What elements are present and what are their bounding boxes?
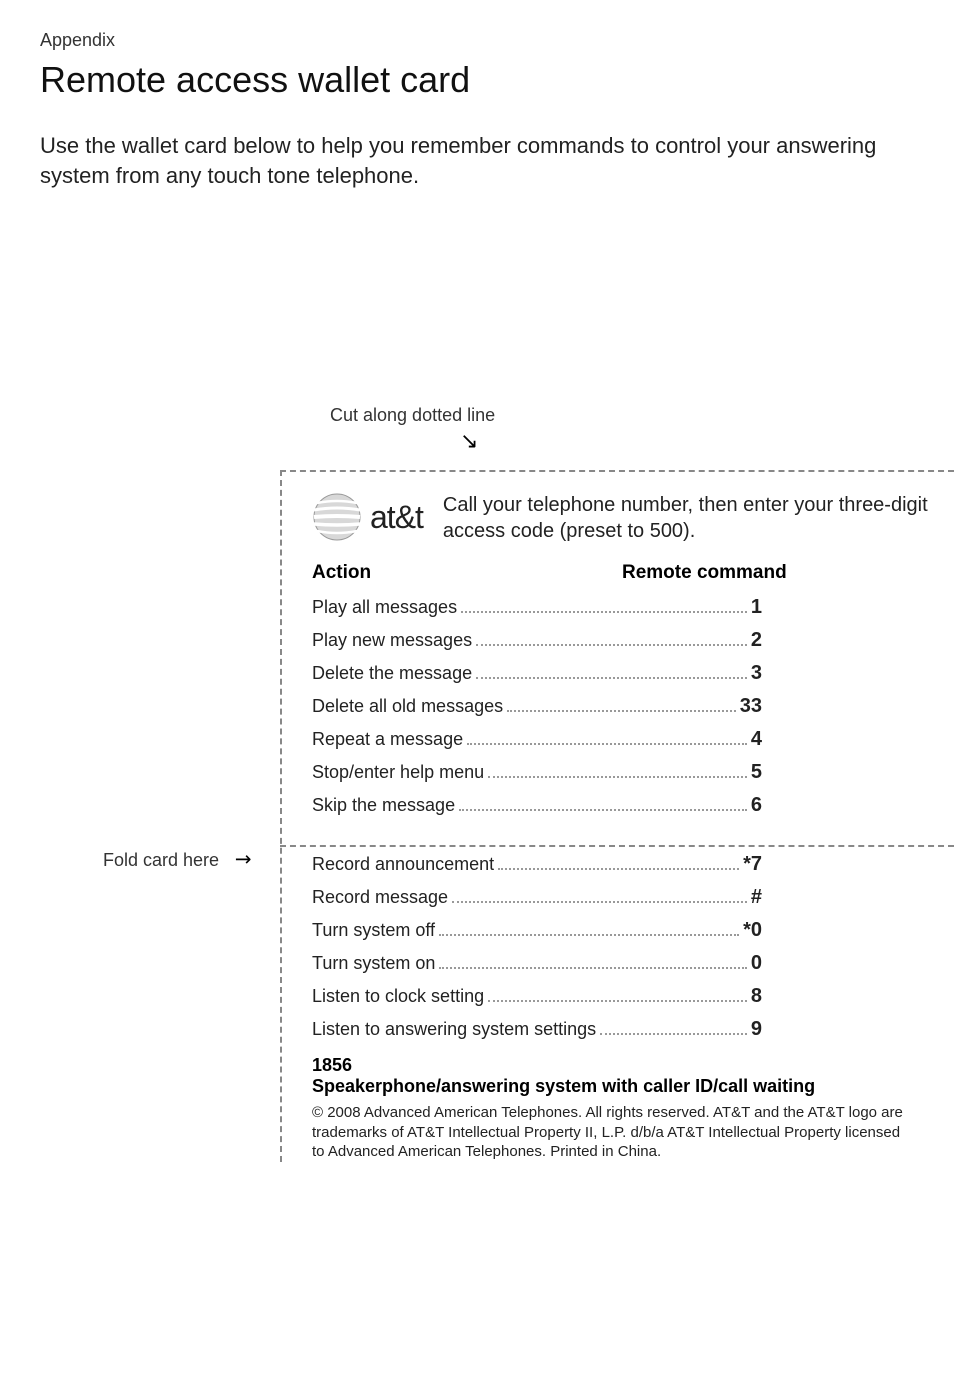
command-code: # bbox=[751, 886, 762, 909]
fold-label: Fold card here bbox=[103, 850, 219, 871]
att-logo: at&t bbox=[312, 492, 423, 542]
copyright-text: © 2008 Advanced American Telephones. All… bbox=[312, 1103, 912, 1162]
command-action: Repeat a message bbox=[312, 729, 463, 750]
command-row: Play all messages 1 bbox=[312, 596, 762, 619]
command-row: Record message # bbox=[312, 886, 762, 909]
dot-leader bbox=[498, 868, 739, 870]
dot-leader bbox=[452, 901, 747, 903]
command-code: 33 bbox=[740, 695, 762, 718]
command-row: Delete all old messages 33 bbox=[312, 695, 762, 718]
command-action: Stop/enter help menu bbox=[312, 762, 484, 783]
dot-leader bbox=[507, 710, 736, 712]
commands-list-top: Play all messages 1 Play new messages 2 Dele… bbox=[312, 596, 954, 817]
wallet-card: at&t Call your telephone number, then en… bbox=[280, 470, 954, 1162]
command-row: Repeat a message 4 bbox=[312, 728, 762, 751]
command-code: 2 bbox=[751, 629, 762, 652]
dot-leader bbox=[439, 967, 747, 969]
dot-leader bbox=[476, 644, 747, 646]
fold-instruction: Fold card here ↗ bbox=[103, 848, 242, 873]
command-row: Listen to answering system settings 9 bbox=[312, 1018, 762, 1041]
command-action: Delete the message bbox=[312, 663, 472, 684]
command-row: Record announcement *7 bbox=[312, 853, 762, 876]
cut-instruction: Cut along dotted line ↘ bbox=[330, 405, 495, 454]
command-action: Delete all old messages bbox=[312, 696, 503, 717]
command-row: Turn system on 0 bbox=[312, 952, 762, 975]
fold-dashed-line bbox=[280, 845, 954, 847]
command-code: 0 bbox=[751, 952, 762, 975]
card-instructions: Call your telephone number, then enter y… bbox=[443, 492, 954, 544]
command-table-header: Action Remote command bbox=[312, 562, 954, 584]
intro-paragraph: Use the wallet card below to help you re… bbox=[40, 131, 914, 190]
command-code: 6 bbox=[751, 794, 762, 817]
command-code: *7 bbox=[743, 853, 762, 876]
command-action: Listen to answering system settings bbox=[312, 1019, 596, 1040]
arrow-down-right-icon: ↘ bbox=[460, 428, 495, 454]
dot-leader bbox=[461, 611, 747, 613]
command-action: Turn system on bbox=[312, 953, 435, 974]
dot-leader bbox=[488, 776, 747, 778]
dot-leader bbox=[439, 934, 739, 936]
command-code: 3 bbox=[751, 662, 762, 685]
command-row: Listen to clock setting 8 bbox=[312, 985, 762, 1008]
dot-leader bbox=[459, 809, 747, 811]
command-action: Record message bbox=[312, 887, 448, 908]
command-action: Play all messages bbox=[312, 597, 457, 618]
command-row: Play new messages 2 bbox=[312, 629, 762, 652]
command-action: Record announcement bbox=[312, 854, 494, 875]
arrow-up-right-icon: ↗ bbox=[229, 844, 259, 874]
command-row: Stop/enter help menu 5 bbox=[312, 761, 762, 784]
command-row: Delete the message 3 bbox=[312, 662, 762, 685]
command-code: 8 bbox=[751, 985, 762, 1008]
card-footer: 1856 Speakerphone/answering system with … bbox=[312, 1055, 954, 1162]
dot-leader bbox=[488, 1000, 747, 1002]
command-action: Listen to clock setting bbox=[312, 986, 484, 1007]
command-code: 1 bbox=[751, 596, 762, 619]
command-action: Skip the message bbox=[312, 795, 455, 816]
header-command: Remote command bbox=[622, 562, 787, 584]
header-action: Action bbox=[312, 562, 622, 584]
command-code: *0 bbox=[743, 919, 762, 942]
command-action: Play new messages bbox=[312, 630, 472, 651]
command-row: Skip the message 6 bbox=[312, 794, 762, 817]
product-name: Speakerphone/answering system with calle… bbox=[312, 1076, 954, 1097]
dot-leader bbox=[476, 677, 747, 679]
model-number: 1856 bbox=[312, 1055, 954, 1076]
command-action: Turn system off bbox=[312, 920, 435, 941]
dot-leader bbox=[467, 743, 747, 745]
globe-icon bbox=[312, 492, 362, 542]
page-title: Remote access wallet card bbox=[40, 59, 914, 101]
command-code: 9 bbox=[751, 1018, 762, 1041]
command-code: 5 bbox=[751, 761, 762, 784]
cut-label: Cut along dotted line bbox=[330, 405, 495, 426]
section-label: Appendix bbox=[40, 30, 914, 51]
command-row: Turn system off *0 bbox=[312, 919, 762, 942]
logo-text: at&t bbox=[370, 499, 423, 536]
commands-list-bottom: Record announcement *7 Record message # Turn… bbox=[312, 853, 954, 1041]
dot-leader bbox=[600, 1033, 747, 1035]
command-code: 4 bbox=[751, 728, 762, 751]
logo-row: at&t Call your telephone number, then en… bbox=[312, 492, 954, 544]
